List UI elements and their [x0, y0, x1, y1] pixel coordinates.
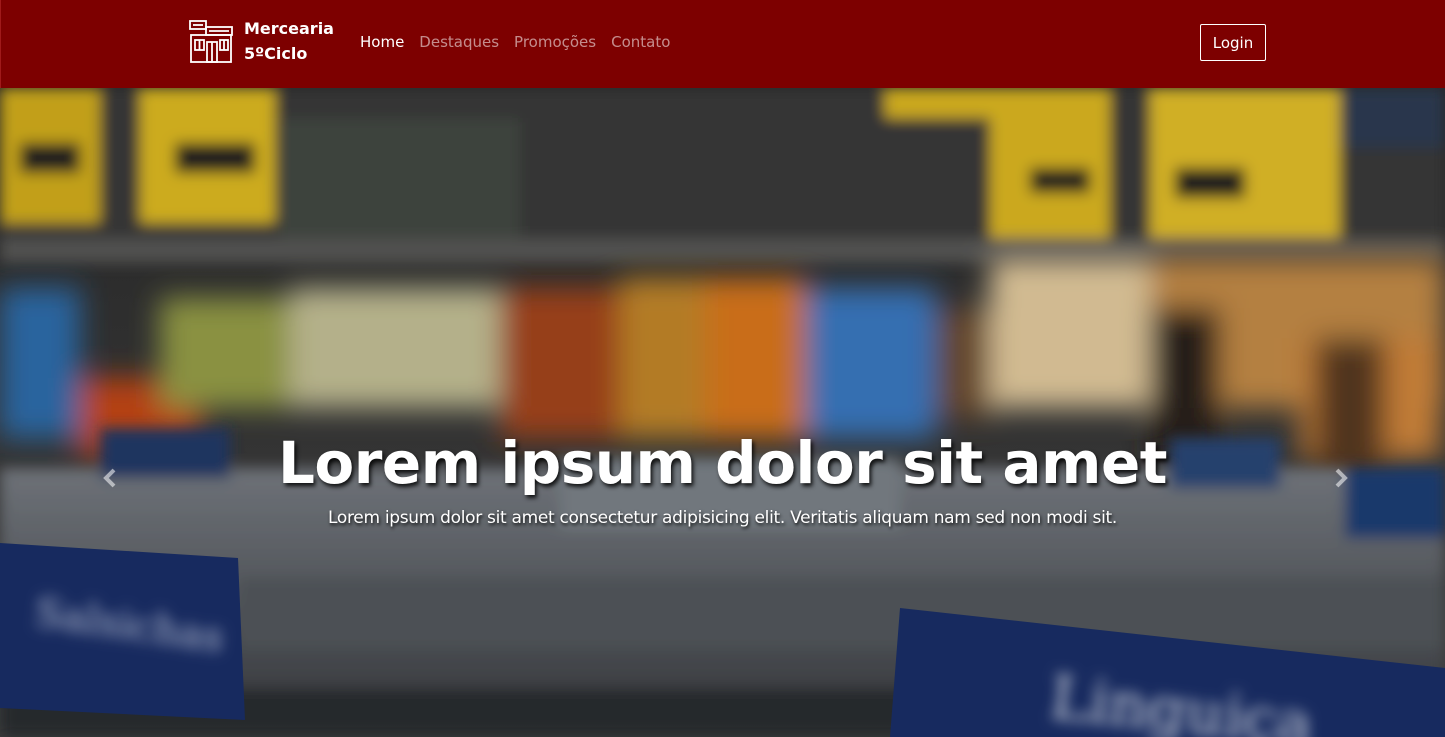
carousel-next-button[interactable] [1326, 458, 1356, 498]
brand-link[interactable]: Mercearia 5ºCiclo [188, 16, 344, 66]
hero-subtitle: Lorem ipsum dolor sit amet consectetur a… [328, 508, 1117, 528]
carousel-caption: Lorem ipsum dolor sit amet Lorem ipsum d… [0, 428, 1445, 528]
hero-title: Lorem ipsum dolor sit amet [277, 429, 1168, 497]
supermarket-background-image: Salsichas Linguiça [0, 88, 1445, 737]
hero-carousel: Salsichas Linguiça Lorem ipsum dolor sit… [0, 88, 1445, 737]
nav-link-destaques[interactable]: Destaques [419, 31, 499, 53]
nav-link-promocoes[interactable]: Promoções [514, 31, 596, 53]
store-icon [189, 20, 233, 63]
brand-line1: Mercearia [244, 19, 334, 38]
brand-name: Mercearia 5ºCiclo [244, 16, 344, 66]
nav-link-home[interactable]: Home [360, 31, 404, 53]
login-button[interactable]: Login [1200, 24, 1266, 61]
chevron-right-icon [1335, 468, 1348, 488]
nav-link-contato[interactable]: Contato [611, 31, 670, 53]
nav-links: Home Destaques Promoções Contato [360, 31, 685, 53]
navbar: Mercearia 5ºCiclo Home Destaques Promoçõ… [0, 0, 1445, 88]
brand-line2: 5ºCiclo [244, 44, 308, 63]
